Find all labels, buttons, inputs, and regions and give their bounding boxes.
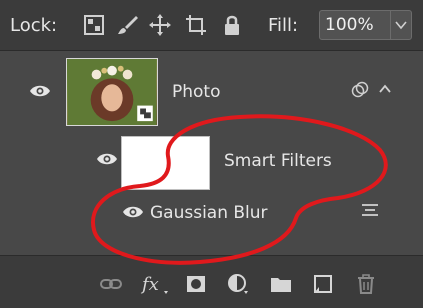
- lock-label: Lock:: [10, 15, 58, 36]
- chevron-down-icon[interactable]: [395, 20, 407, 30]
- eye-icon[interactable]: [96, 152, 118, 166]
- layer-photo-row[interactable]: Photo: [0, 51, 423, 132]
- fill-label: Fill:: [268, 15, 299, 36]
- smart-filters-mask-thumbnail[interactable]: [121, 136, 210, 190]
- blending-options-icon[interactable]: [360, 201, 380, 219]
- add-mask-icon[interactable]: [184, 273, 208, 295]
- fill-value[interactable]: 100%: [325, 15, 374, 35]
- lock-all-icon[interactable]: [220, 13, 244, 37]
- new-group-icon[interactable]: [269, 273, 293, 295]
- lock-transparent-pixels-icon[interactable]: [82, 13, 106, 37]
- fx-label: fx: [140, 274, 159, 295]
- fill-divider: [390, 11, 391, 39]
- delete-layer-icon[interactable]: [354, 273, 378, 295]
- layers-bottom-toolbar: fx: [0, 255, 423, 308]
- adjustment-layer-icon[interactable]: [226, 273, 250, 295]
- layer-name-photo[interactable]: Photo: [172, 82, 221, 102]
- lock-image-pixels-icon[interactable]: [116, 13, 140, 37]
- new-layer-icon[interactable]: [311, 273, 335, 295]
- lock-artboard-icon[interactable]: [184, 13, 208, 37]
- eye-icon[interactable]: [29, 84, 51, 98]
- chevron-up-icon[interactable]: [378, 82, 392, 96]
- smart-filter-indicator-icon[interactable]: [351, 81, 369, 99]
- photo-thumbnail-image: [67, 59, 157, 125]
- filter-name-gaussian-blur[interactable]: Gaussian Blur: [150, 203, 268, 223]
- layer-thumbnail[interactable]: [66, 58, 158, 126]
- lock-position-icon[interactable]: [148, 13, 172, 37]
- smart-filters-label[interactable]: Smart Filters: [224, 151, 332, 171]
- smart-filters-group: Smart Filters Gaussian Blur: [0, 131, 423, 255]
- eye-icon[interactable]: [122, 205, 144, 219]
- link-layers-icon[interactable]: [99, 273, 123, 295]
- fx-icon[interactable]: fx: [140, 273, 170, 295]
- fill-field[interactable]: 100%: [319, 10, 412, 40]
- lock-bar: Lock: Fill: 100%: [0, 0, 423, 51]
